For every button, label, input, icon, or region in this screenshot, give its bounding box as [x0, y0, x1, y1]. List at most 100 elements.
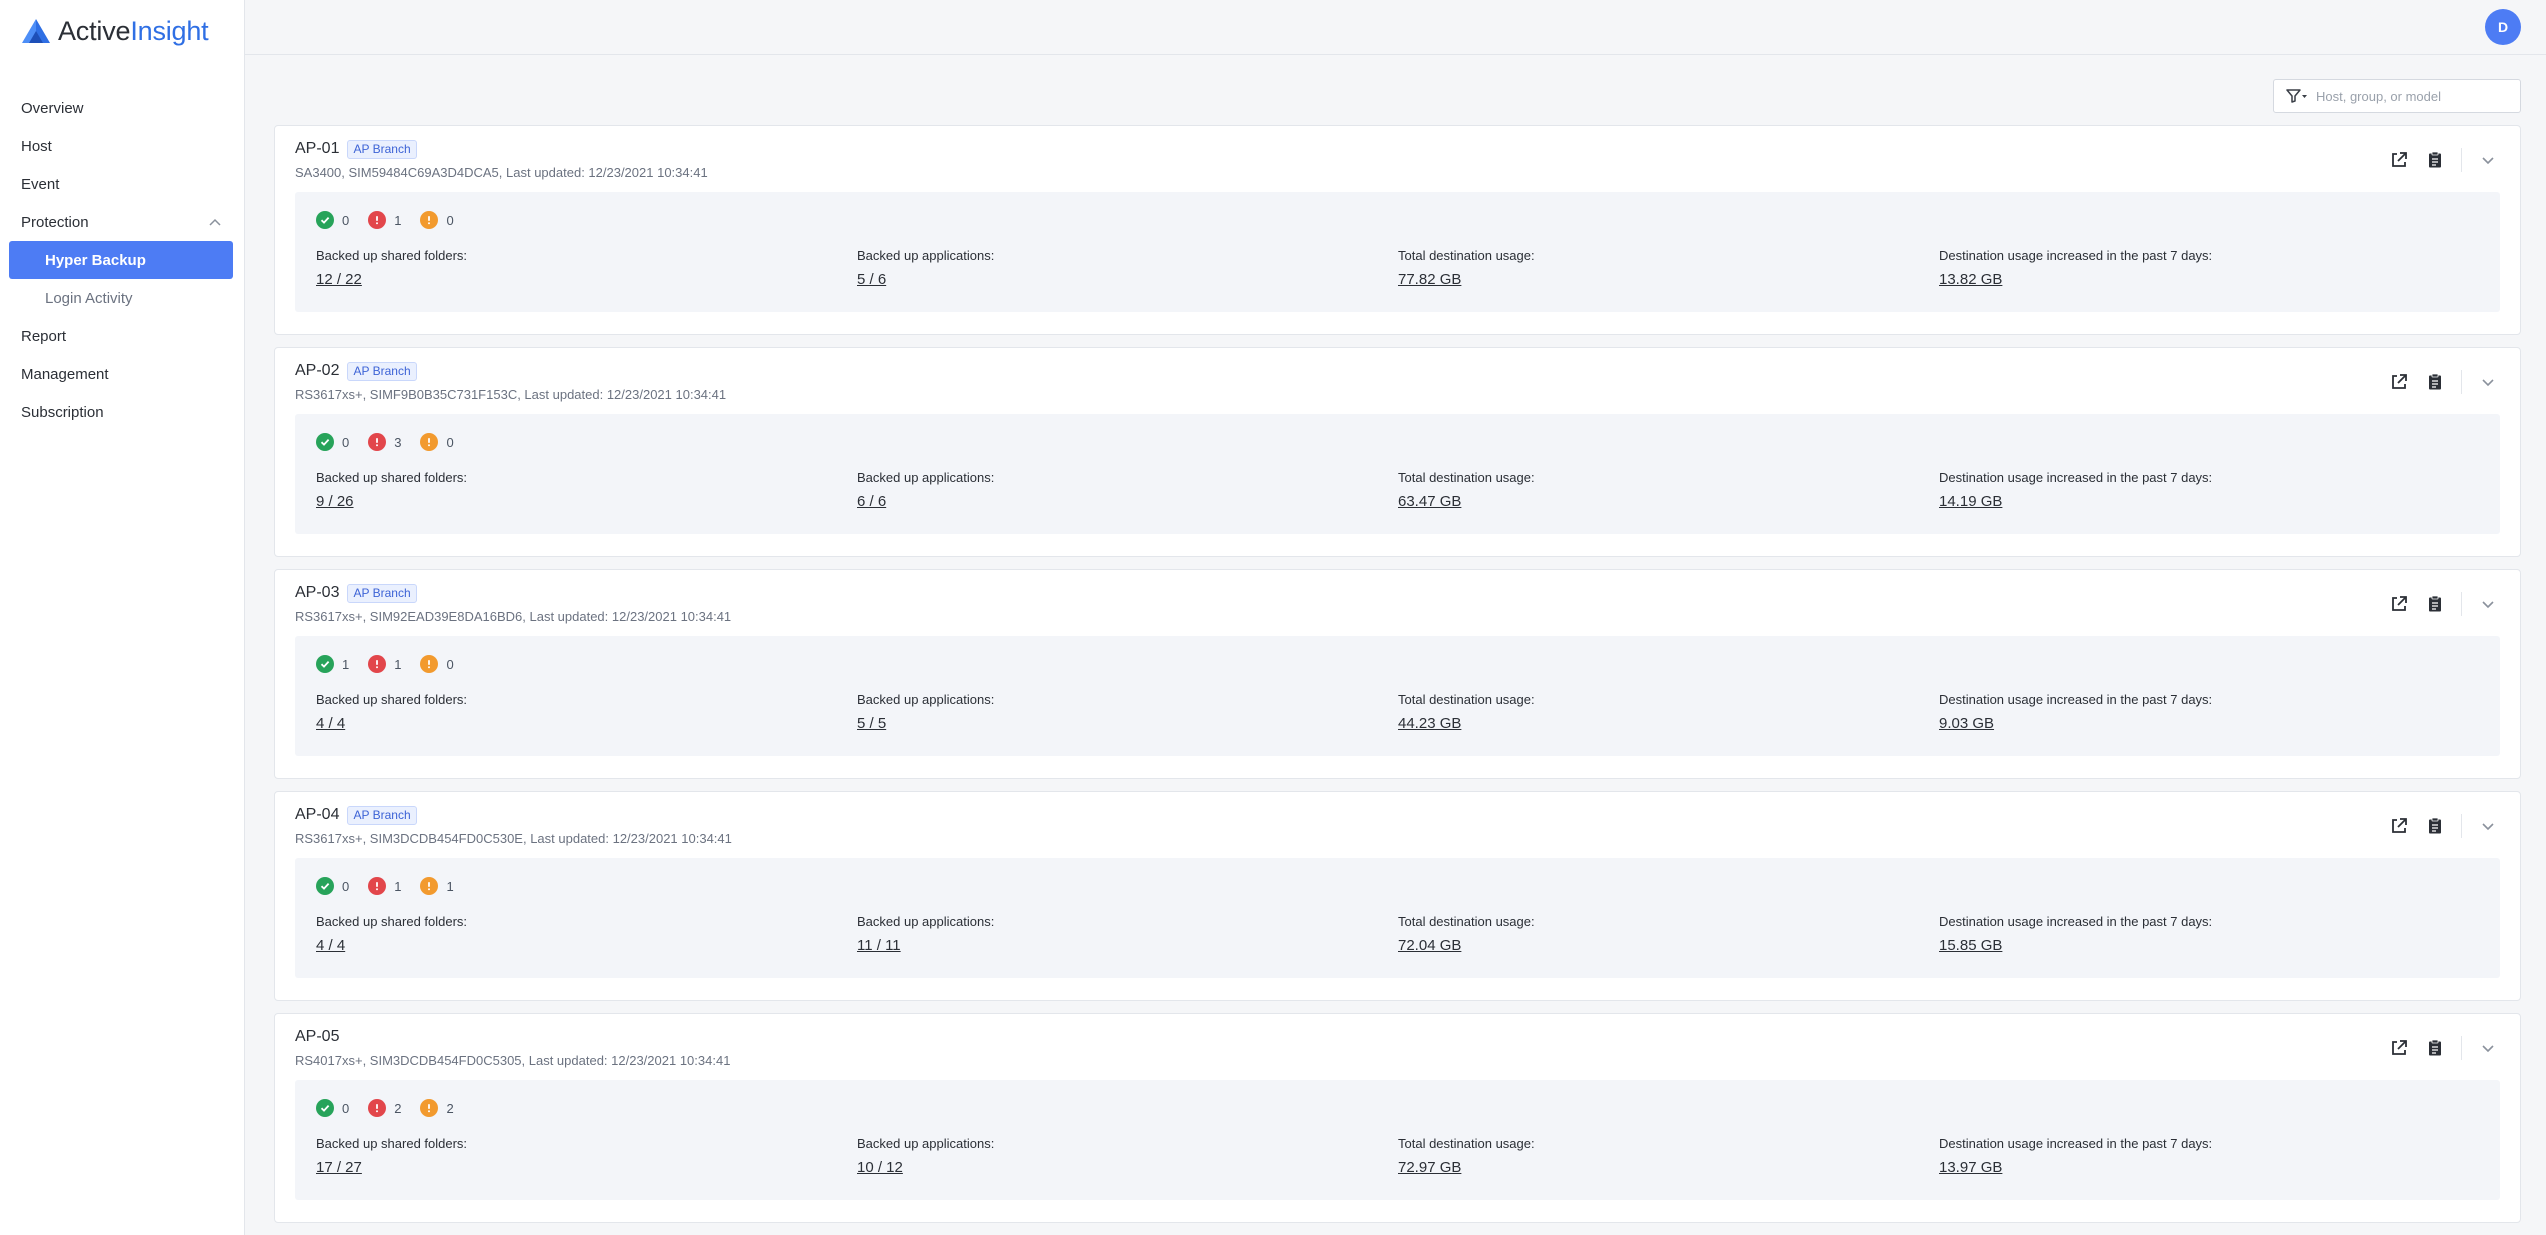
status-warning[interactable]: 0: [420, 211, 454, 229]
metric-increase: Destination usage increased in the past …: [1939, 692, 2480, 733]
sidebar-item-management[interactable]: Management: [0, 355, 244, 393]
usage-value[interactable]: 44.23 GB: [1398, 715, 1461, 732]
status-error[interactable]: 1: [368, 655, 401, 673]
sidebar-item-hyper-backup[interactable]: Hyper Backup: [9, 241, 233, 279]
status-warning[interactable]: 0: [420, 655, 454, 673]
status-ok[interactable]: 0: [316, 877, 349, 895]
report-icon[interactable]: [2423, 592, 2447, 616]
group-badge: AP Branch: [347, 361, 417, 381]
app-logo[interactable]: ActiveInsight: [0, 0, 244, 62]
usage-value[interactable]: 77.82 GB: [1398, 271, 1461, 288]
host-card: AP-02 AP Branch RS3617xs+, SIMF9B0B35C73…: [274, 347, 2521, 557]
action-divider: [2461, 370, 2462, 394]
metrics-row: Backed up shared folders: 17 / 27 Backed…: [316, 1136, 2480, 1177]
applications-value[interactable]: 11 / 11: [857, 937, 901, 954]
host-name[interactable]: AP-04: [295, 806, 339, 824]
warning-count: 0: [446, 656, 454, 672]
chevron-down-icon[interactable]: [2476, 370, 2500, 394]
status-error[interactable]: 1: [368, 877, 401, 895]
open-external-icon[interactable]: [2387, 592, 2411, 616]
metric-increase: Destination usage increased in the past …: [1939, 914, 2480, 955]
chevron-down-icon[interactable]: [2476, 592, 2500, 616]
status-warning[interactable]: 0: [420, 433, 454, 451]
folders-value[interactable]: 4 / 4: [316, 715, 345, 732]
usage-value[interactable]: 63.47 GB: [1398, 493, 1461, 510]
backup-stats: 0 1 1 Backed up shared folders: 4 / 4 Ba…: [295, 858, 2500, 978]
error-count: 2: [394, 1100, 402, 1116]
applications-value[interactable]: 6 / 6: [857, 493, 886, 510]
logo-icon: [22, 19, 50, 43]
status-error[interactable]: 3: [368, 433, 401, 451]
chevron-down-icon[interactable]: [2476, 148, 2500, 172]
filter-icon[interactable]: [2286, 89, 2308, 103]
metric-folders: Backed up shared folders: 4 / 4: [316, 692, 857, 733]
main-area: D AP-01 AP Branch: [245, 0, 2546, 1235]
status-ok[interactable]: 0: [316, 211, 349, 229]
status-warning[interactable]: 1: [420, 877, 454, 895]
chevron-down-icon[interactable]: [2476, 1036, 2500, 1060]
usage-value[interactable]: 72.97 GB: [1398, 1159, 1461, 1176]
filter-search: [2273, 79, 2521, 113]
host-name[interactable]: AP-02: [295, 362, 339, 380]
usage-value[interactable]: 72.04 GB: [1398, 937, 1461, 954]
warning-count: 0: [446, 212, 454, 228]
report-icon[interactable]: [2423, 814, 2447, 838]
report-icon[interactable]: [2423, 148, 2447, 172]
increase-value[interactable]: 15.85 GB: [1939, 937, 2002, 954]
user-avatar[interactable]: D: [2485, 9, 2521, 45]
increase-value[interactable]: 14.19 GB: [1939, 493, 2002, 510]
host-name[interactable]: AP-01: [295, 140, 339, 158]
increase-value[interactable]: 9.03 GB: [1939, 715, 1994, 732]
card-header: AP-05 RS4017xs+, SIM3DCDB454FD0C5305, La…: [295, 1014, 2500, 1080]
warning-icon: [420, 1099, 439, 1117]
sidebar-item-subscription[interactable]: Subscription: [0, 393, 244, 431]
metrics-row: Backed up shared folders: 12 / 22 Backed…: [316, 248, 2480, 289]
metric-label: Destination usage increased in the past …: [1939, 1136, 2213, 1151]
sidebar-item-protection[interactable]: Protection: [0, 203, 244, 241]
metric-label: Backed up applications:: [857, 1136, 995, 1151]
filter-input[interactable]: [2316, 88, 2496, 104]
sidebar-item-event[interactable]: Event: [0, 165, 244, 203]
status-ok[interactable]: 1: [316, 655, 349, 673]
applications-value[interactable]: 5 / 6: [857, 271, 886, 288]
host-name[interactable]: AP-03: [295, 584, 339, 602]
sidebar-item-host[interactable]: Host: [0, 127, 244, 165]
applications-value[interactable]: 10 / 12: [857, 1159, 903, 1176]
status-error[interactable]: 2: [368, 1099, 401, 1117]
metric-applications: Backed up applications: 5 / 6: [857, 248, 1398, 289]
metric-label: Backed up shared folders:: [316, 248, 468, 263]
warning-count: 2: [446, 1100, 454, 1116]
increase-value[interactable]: 13.97 GB: [1939, 1159, 2002, 1176]
increase-value[interactable]: 13.82 GB: [1939, 271, 2002, 288]
folders-value[interactable]: 4 / 4: [316, 937, 345, 954]
applications-value[interactable]: 5 / 5: [857, 715, 886, 732]
success-icon: [316, 877, 334, 895]
sidebar-item-overview[interactable]: Overview: [0, 89, 244, 127]
report-icon[interactable]: [2423, 1036, 2447, 1060]
open-external-icon[interactable]: [2387, 814, 2411, 838]
metric-increase: Destination usage increased in the past …: [1939, 470, 2480, 511]
status-error[interactable]: 1: [368, 211, 401, 229]
status-ok[interactable]: 0: [316, 1099, 349, 1117]
open-external-icon[interactable]: [2387, 370, 2411, 394]
open-external-icon[interactable]: [2387, 1036, 2411, 1060]
chevron-down-icon[interactable]: [2476, 814, 2500, 838]
sidebar-item-login-activity[interactable]: Login Activity: [9, 279, 233, 317]
open-external-icon[interactable]: [2387, 148, 2411, 172]
report-icon[interactable]: [2423, 370, 2447, 394]
metric-usage: Total destination usage: 72.04 GB: [1398, 914, 1939, 955]
metric-applications: Backed up applications: 6 / 6: [857, 470, 1398, 511]
host-name[interactable]: AP-05: [295, 1028, 339, 1046]
action-divider: [2461, 814, 2462, 838]
metric-label: Backed up applications:: [857, 914, 995, 929]
status-warning[interactable]: 2: [420, 1099, 454, 1117]
folders-value[interactable]: 12 / 22: [316, 271, 362, 288]
error-icon: [368, 1099, 387, 1117]
sidebar-item-report[interactable]: Report: [0, 317, 244, 355]
metric-increase: Destination usage increased in the past …: [1939, 1136, 2480, 1177]
status-counts: 0 2 2: [316, 1096, 2480, 1120]
folders-value[interactable]: 9 / 26: [316, 493, 354, 510]
folders-value[interactable]: 17 / 27: [316, 1159, 362, 1176]
status-ok[interactable]: 0: [316, 433, 349, 451]
metric-label: Total destination usage:: [1398, 1136, 1535, 1151]
